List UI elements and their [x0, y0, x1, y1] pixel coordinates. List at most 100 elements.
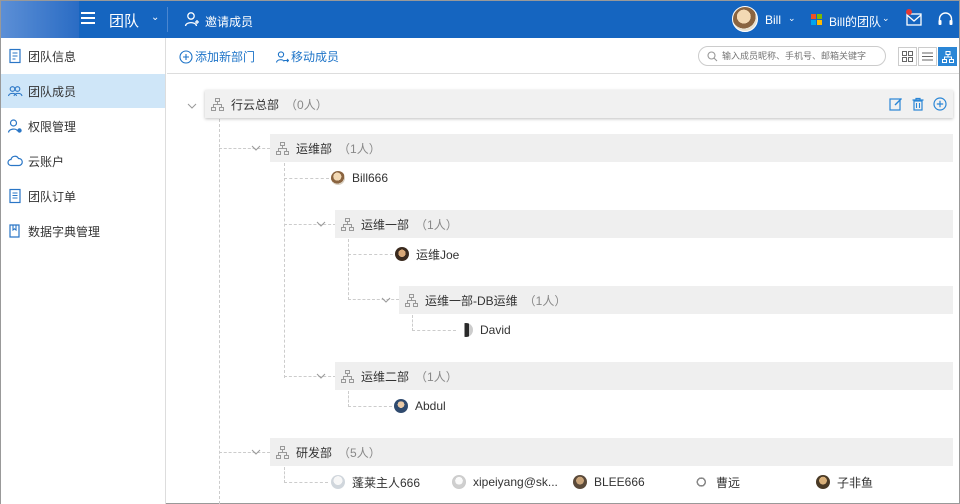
- sidebar-item-permissions[interactable]: 权限管理: [1, 109, 165, 143]
- sidebar: 团队信息 团队成员 权限管理 云账户 团队订单 数据字典管理: [1, 38, 166, 504]
- avatar: [395, 247, 409, 261]
- member-item[interactable]: David: [459, 321, 511, 339]
- dept-row-root[interactable]: 行云总部 （0人）: [205, 90, 953, 118]
- tree-connector: [348, 391, 349, 407]
- dept-name: 研发部: [296, 445, 333, 460]
- tree-connector: [348, 254, 393, 255]
- sidebar-item-cloud-account[interactable]: 云账户: [1, 144, 165, 178]
- move-member-button[interactable]: 移动成员: [275, 48, 339, 65]
- chevron-down-icon[interactable]: [316, 220, 326, 228]
- order-icon: [9, 188, 21, 204]
- dept-count: （1人）: [415, 217, 458, 232]
- chevron-down-icon[interactable]: ⌄: [882, 13, 890, 24]
- org-structure-icon: [341, 217, 354, 231]
- move-member-label: 移动成员: [291, 50, 340, 64]
- dept-count: （5人）: [338, 445, 381, 460]
- tree-connector: [284, 163, 285, 378]
- search-icon: [707, 50, 718, 61]
- cloud-icon: [7, 155, 23, 167]
- member-name: Abdul: [415, 399, 446, 413]
- user-avatar[interactable]: [732, 6, 758, 32]
- user-name[interactable]: Bill: [765, 13, 781, 27]
- list-view-button[interactable]: [918, 47, 937, 66]
- sidebar-item-label: 团队订单: [28, 189, 77, 204]
- list-icon: [922, 52, 933, 61]
- tree-connector: [219, 119, 220, 504]
- trash-icon[interactable]: [911, 97, 925, 111]
- chevron-down-icon[interactable]: [251, 144, 261, 152]
- dept-count: （1人）: [415, 369, 458, 384]
- dept-row-ops[interactable]: 运维部 （1人）: [270, 134, 953, 162]
- org-structure-icon: [276, 141, 289, 155]
- grid-icon: [902, 51, 913, 62]
- member-name: BLEE666: [594, 475, 645, 489]
- sidebar-item-team-info[interactable]: 团队信息: [1, 39, 165, 73]
- notification-dot: [906, 9, 912, 15]
- member-name: xipeiyang@sk...: [473, 475, 558, 489]
- tree-view-button[interactable]: [938, 47, 957, 66]
- logo[interactable]: [1, 1, 79, 38]
- member-name: 运维Joe: [416, 247, 460, 262]
- avatar: [331, 475, 345, 489]
- grid-view-button[interactable]: [898, 47, 917, 66]
- plus-circle-icon: [179, 49, 193, 64]
- tree-connector: [348, 239, 349, 300]
- dictionary-icon: [9, 224, 20, 238]
- avatar: [459, 323, 473, 337]
- org-structure-icon: [405, 293, 418, 307]
- sidebar-item-label: 数据字典管理: [28, 224, 101, 239]
- dept-count: （0人）: [285, 97, 328, 112]
- avatar: [695, 475, 709, 489]
- dept-row-ops1[interactable]: 运维一部 （1人）: [335, 210, 953, 238]
- search-box[interactable]: [698, 46, 886, 66]
- info-icon: [9, 48, 21, 64]
- sidebar-item-team-members[interactable]: 团队成员: [1, 74, 165, 108]
- headset-icon[interactable]: [937, 11, 954, 27]
- sidebar-item-team-orders[interactable]: 团队订单: [1, 179, 165, 213]
- member-name: 曹远: [716, 475, 741, 490]
- tree-connector: [219, 148, 270, 149]
- dept-row-ops1-db[interactable]: 运维一部-DB运维 （1人）: [399, 286, 953, 314]
- edit-icon[interactable]: [889, 97, 903, 111]
- search-input[interactable]: [722, 51, 882, 61]
- org-structure-icon: [276, 445, 289, 459]
- toolbar: 添加新部门 移动成员: [167, 38, 959, 74]
- member-item[interactable]: BLEE666: [573, 473, 645, 491]
- sidebar-item-data-dictionary[interactable]: 数据字典管理: [1, 214, 165, 248]
- dept-row-ops2[interactable]: 运维二部 （1人）: [335, 362, 953, 390]
- member-name: Bill666: [352, 171, 389, 185]
- tree-connector: [412, 330, 456, 331]
- chevron-down-icon[interactable]: [316, 372, 326, 380]
- chevron-down-icon[interactable]: [251, 448, 261, 456]
- org-structure-icon: [211, 97, 224, 111]
- hamburger-menu-icon[interactable]: [81, 12, 95, 24]
- member-item[interactable]: 蓬莱主人666: [331, 473, 420, 491]
- member-item[interactable]: Bill666: [331, 169, 388, 187]
- avatar: [394, 399, 408, 413]
- invite-member-button[interactable]: 邀请成员: [205, 13, 253, 30]
- chevron-down-icon[interactable]: [187, 102, 197, 110]
- members-icon: [7, 86, 23, 97]
- plus-circle-icon[interactable]: [933, 97, 947, 111]
- sidebar-item-label: 权限管理: [28, 119, 77, 134]
- add-user-icon[interactable]: [184, 11, 200, 27]
- chevron-down-icon[interactable]: ⌄: [151, 12, 159, 23]
- chevron-down-icon[interactable]: [381, 296, 391, 304]
- add-department-button[interactable]: 添加新部门: [179, 48, 255, 65]
- tree-connector: [348, 299, 399, 300]
- dept-name: 运维二部: [361, 369, 410, 384]
- dept-row-dev[interactable]: 研发部 （5人）: [270, 438, 953, 466]
- tree-connector: [284, 376, 336, 377]
- team-title[interactable]: 团队: [109, 10, 139, 31]
- chevron-down-icon[interactable]: ⌄: [788, 13, 796, 24]
- member-item[interactable]: 运维Joe: [395, 245, 459, 263]
- tree-connector: [284, 467, 285, 483]
- tree-connector: [219, 452, 270, 453]
- org-tree-icon: [941, 50, 954, 63]
- member-item[interactable]: Abdul: [394, 397, 446, 415]
- member-item[interactable]: xipeiyang@sk...: [452, 473, 558, 491]
- member-item[interactable]: 曹远: [695, 473, 740, 491]
- team-switcher[interactable]: Bill的团队: [829, 13, 881, 30]
- member-item[interactable]: 子非鱼: [816, 473, 873, 491]
- tree-connector: [284, 178, 329, 179]
